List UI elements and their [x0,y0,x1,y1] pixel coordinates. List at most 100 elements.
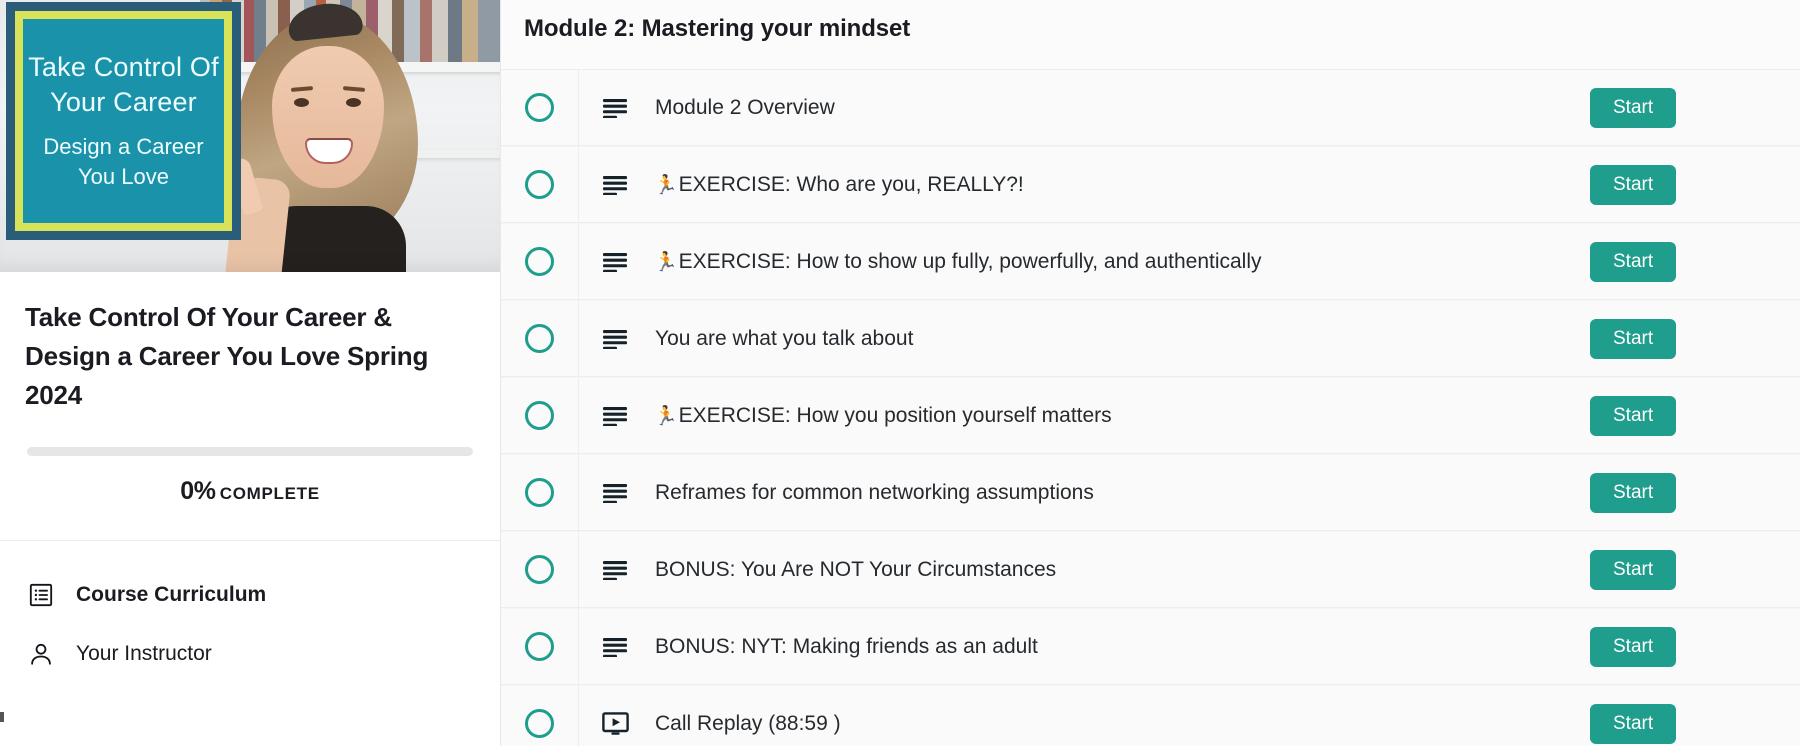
person-icon [27,640,54,667]
thumbnail-title-card-border: Take Control Of Your Career Design a Car… [15,11,232,231]
text-lines-icon [603,252,627,272]
sidebar-item-your-instructor[interactable]: Your Instructor [0,624,500,683]
table-row[interactable]: You are what you talk about Start [501,300,1800,377]
eye-left [294,98,309,107]
list-box-icon [27,581,54,608]
text-lines-icon [603,329,627,349]
instructor-photo [222,0,432,272]
incomplete-circle-icon[interactable] [525,478,554,507]
table-row[interactable]: 🏃 EXERCISE: How to show up fully, powerfu… [501,223,1800,300]
incomplete-circle-icon[interactable] [525,401,554,430]
start-button[interactable]: Start [1590,626,1677,667]
thumbnail-subheadline: Design a Career You Love [43,134,204,189]
progress-complete-text: COMPLETE [219,484,320,503]
table-row[interactable]: BONUS: NYT: Making friends as an adult S… [501,608,1800,685]
lesson-action-cell: Start [1590,147,1800,222]
lesson-title-cell: Reframes for common networking assumptio… [651,455,1590,530]
table-row[interactable]: BONUS: You Are NOT Your Circumstances St… [501,531,1800,608]
video-monitor-icon [601,711,629,735]
lesson-type-cell [579,532,651,607]
lesson-status-cell[interactable] [501,532,579,607]
brow-left [290,86,314,92]
lesson-title-cell: BONUS: You Are NOT Your Circumstances [651,532,1590,607]
thumbnail-title-card: Take Control Of Your Career Design a Car… [6,2,241,240]
lesson-action-cell: Start [1590,70,1800,145]
lesson-emoji: 🏃 [654,405,678,427]
progress-label: 0% COMPLETE [27,477,473,506]
table-row[interactable]: Module 2 Overview Start [501,69,1800,146]
start-button[interactable]: Start [1590,87,1677,128]
module-title: Module 2: Mastering your mindset [524,15,911,42]
text-lines-icon [603,483,627,503]
start-button[interactable]: Start [1590,549,1677,590]
lesson-title: Module 2 Overview [655,95,835,119]
lesson-title: BONUS: NYT: Making friends as an adult [655,634,1038,658]
incomplete-circle-icon[interactable] [525,93,554,122]
lesson-type-cell [579,301,651,376]
start-button[interactable]: Start [1590,703,1677,744]
lesson-title-cell: You are what you talk about [651,301,1590,376]
lesson-emoji: 🏃 [654,174,678,196]
lesson-emoji: 🏃 [654,251,678,273]
lesson-status-cell[interactable] [501,609,579,684]
course-sidebar: Take Control Of Your Career Design a Car… [0,0,501,746]
lesson-title-cell: 🏃 EXERCISE: How to show up fully, powerfu… [651,224,1590,299]
smile-shape [305,138,353,164]
sidebar-edge-marker [0,712,4,722]
thumbnail-headline: Take Control Of Your Career [28,52,219,117]
table-row[interactable]: Call Replay (88:59 ) Start [501,685,1800,746]
lesson-type-cell [579,224,651,299]
lesson-title: Reframes for common networking assumptio… [655,480,1094,504]
lesson-title: EXERCISE: How to show up fully, powerful… [678,249,1262,273]
text-lines-icon [603,560,627,580]
lesson-title: EXERCISE: How you position yourself matt… [678,403,1112,427]
lesson-title-cell: BONUS: NYT: Making friends as an adult [651,609,1590,684]
lesson-title: Call Replay (88:59 ) [655,711,841,735]
start-button[interactable]: Start [1590,472,1677,513]
incomplete-circle-icon[interactable] [525,324,554,353]
lesson-list: Module 2 Overview Start 🏃 EXERCISE: Who … [501,69,1800,746]
eye-right [346,98,361,107]
progress-percent: 0% [180,477,216,505]
lesson-title-cell: Call Replay (88:59 ) [651,686,1590,746]
lesson-status-cell[interactable] [501,147,579,222]
lesson-status-cell[interactable] [501,224,579,299]
sidebar-nav: Course Curriculum Your Instructor [0,541,500,683]
lesson-action-cell: Start [1590,686,1800,746]
incomplete-circle-icon[interactable] [525,170,554,199]
thumbnail-title-card-inner: Take Control Of Your Career Design a Car… [23,19,224,223]
text-lines-icon [603,406,627,426]
start-button[interactable]: Start [1590,395,1677,436]
lesson-action-cell: Start [1590,609,1800,684]
lesson-title-cell: 🏃 EXERCISE: Who are you, REALLY?! [651,147,1590,222]
progress-bar-track [27,447,473,456]
start-button[interactable]: Start [1590,241,1677,282]
text-lines-icon [603,637,627,657]
table-row[interactable]: Reframes for common networking assumptio… [501,454,1800,531]
sidebar-item-label: Your Instructor [76,641,212,665]
course-title: Take Control Of Your Career & Design a C… [25,302,429,410]
lesson-status-cell[interactable] [501,378,579,453]
start-button[interactable]: Start [1590,164,1677,205]
lesson-type-cell [579,455,651,530]
sidebar-item-course-curriculum[interactable]: Course Curriculum [0,565,500,624]
lesson-title: EXERCISE: Who are you, REALLY?! [678,172,1024,196]
table-row[interactable]: 🏃 EXERCISE: Who are you, REALLY?! Start [501,146,1800,223]
course-thumbnail: Take Control Of Your Career Design a Car… [0,0,500,272]
lesson-title: You are what you talk about [655,326,914,350]
lesson-type-cell [579,378,651,453]
incomplete-circle-icon[interactable] [525,555,554,584]
table-row[interactable]: 🏃 EXERCISE: How you position yourself mat… [501,377,1800,454]
incomplete-circle-icon[interactable] [525,247,554,276]
lesson-status-cell[interactable] [501,686,579,746]
incomplete-circle-icon[interactable] [525,632,554,661]
start-button[interactable]: Start [1590,318,1677,359]
lesson-action-cell: Start [1590,455,1800,530]
lesson-status-cell[interactable] [501,301,579,376]
sidebar-item-label: Course Curriculum [76,582,267,606]
lesson-status-cell[interactable] [501,455,579,530]
lesson-status-cell[interactable] [501,70,579,145]
incomplete-circle-icon[interactable] [525,709,554,738]
text-lines-icon [603,175,627,195]
course-progress: 0% COMPLETE [25,447,475,506]
